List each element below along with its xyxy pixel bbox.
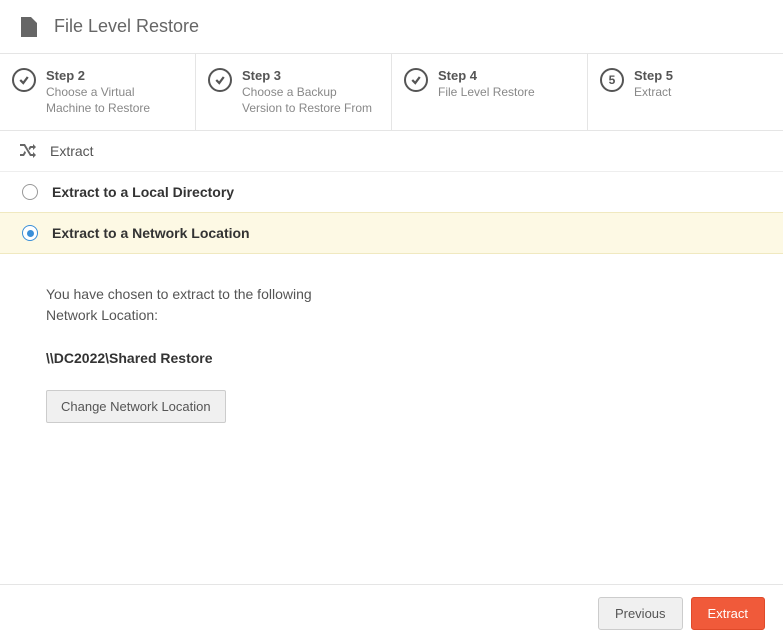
section-header: Extract <box>0 131 783 172</box>
page-header: File Level Restore <box>0 0 783 53</box>
step-desc: File Level Restore <box>438 85 535 101</box>
step-3[interactable]: Step 3 Choose a Backup Version to Restor… <box>196 54 392 130</box>
step-2[interactable]: Step 2 Choose a Virtual Machine to Resto… <box>0 54 196 130</box>
document-icon <box>20 17 38 37</box>
step-desc: Choose a Backup Version to Restore From <box>242 85 379 116</box>
check-icon <box>208 68 232 92</box>
step-desc: Extract <box>634 85 673 101</box>
check-icon <box>12 68 36 92</box>
option-extract-local[interactable]: Extract to a Local Directory <box>0 172 783 212</box>
content-panel: You have chosen to extract to the follow… <box>0 254 783 453</box>
step-title: Step 3 <box>242 68 379 83</box>
radio-icon <box>22 184 38 200</box>
section-title: Extract <box>50 143 94 159</box>
step-5[interactable]: 5 Step 5 Extract <box>588 54 783 130</box>
footer: Previous Extract <box>0 584 783 642</box>
change-network-location-button[interactable]: Change Network Location <box>46 390 226 423</box>
wizard-steps: Step 2 Choose a Virtual Machine to Resto… <box>0 53 783 131</box>
radio-icon <box>22 225 38 241</box>
option-label: Extract to a Network Location <box>52 225 250 241</box>
option-extract-network[interactable]: Extract to a Network Location <box>0 212 783 254</box>
network-path: \\DC2022\Shared Restore <box>46 350 737 366</box>
step-desc: Choose a Virtual Machine to Restore <box>46 85 183 116</box>
step-4[interactable]: Step 4 File Level Restore <box>392 54 588 130</box>
step-title: Step 4 <box>438 68 535 83</box>
page-title: File Level Restore <box>54 16 199 37</box>
step-title: Step 2 <box>46 68 183 83</box>
option-label: Extract to a Local Directory <box>52 184 234 200</box>
info-text: You have chosen to extract to the follow… <box>46 284 737 326</box>
step-number-icon: 5 <box>600 68 624 92</box>
shuffle-icon <box>20 144 36 158</box>
previous-button[interactable]: Previous <box>598 597 683 630</box>
check-icon <box>404 68 428 92</box>
step-title: Step 5 <box>634 68 673 83</box>
extract-button[interactable]: Extract <box>691 597 765 630</box>
